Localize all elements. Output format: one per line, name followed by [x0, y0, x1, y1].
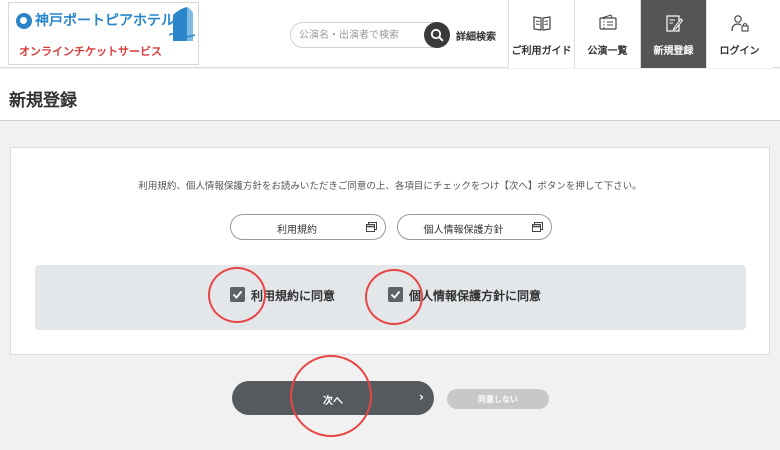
search-button[interactable]: [424, 22, 450, 48]
terms-button-label: 利用規約: [277, 225, 317, 236]
decline-button[interactable]: 同意しない: [447, 389, 549, 409]
user-lock-icon: [731, 15, 749, 32]
site-logo[interactable]: 神戸ポートピアホテル オンラインチケットサービス: [8, 2, 199, 65]
checkmark-icon: [232, 290, 243, 299]
search-input[interactable]: [299, 26, 424, 44]
instruction-text: 利用規約、個人情報保護方針をお読みいただきご同意の上、各項目にチェックをつけ【次…: [138, 181, 642, 192]
nav-label: ログイン: [719, 46, 760, 57]
advanced-search-link[interactable]: 詳細検索: [456, 28, 496, 43]
agree-terms-checkbox[interactable]: [230, 287, 245, 302]
nav-item-performances[interactable]: 公演一覧: [574, 0, 640, 68]
privacy-policy-button[interactable]: 個人情報保護方針: [397, 214, 552, 240]
nav-item-login[interactable]: ログイン: [706, 0, 772, 68]
title-bar: 新規登録: [0, 69, 780, 121]
search-icon: [430, 28, 444, 42]
site-header: 神戸ポートピアホテル オンラインチケットサービス 詳細検索 ご利: [0, 0, 780, 68]
agreement-box: 利用規約に同意 個人情報保護方針に同意: [35, 265, 746, 330]
ticket-icon: [599, 14, 617, 30]
nav-item-guide[interactable]: ご利用ガイド: [508, 0, 574, 68]
agreement-panel: 利用規約、個人情報保護方針をお読みいただきご同意の上、各項目にチェックをつけ【次…: [10, 147, 770, 355]
building-icon: [169, 7, 195, 41]
logo-mark-icon: [16, 13, 32, 29]
book-icon: [533, 16, 551, 31]
next-button[interactable]: 次へ ›: [232, 381, 434, 415]
logo-subtitle: オンラインチケットサービス: [19, 45, 162, 58]
nav-item-register[interactable]: 新規登録: [640, 0, 706, 68]
open-window-icon: [532, 222, 543, 232]
agree-privacy-checkbox[interactable]: [388, 287, 403, 302]
chevron-right-icon: ›: [419, 390, 424, 404]
page-title: 新規登録: [9, 91, 77, 111]
next-button-label: 次へ: [323, 396, 343, 407]
edit-icon: [666, 15, 683, 32]
privacy-button-label: 個人情報保護方針: [423, 225, 504, 236]
logo-name: 神戸ポートピアホテル: [35, 13, 175, 29]
main-nav: ご利用ガイド 公演一覧 新規登録 ログイン: [508, 0, 772, 68]
terms-button[interactable]: 利用規約: [230, 214, 386, 240]
nav-label: 公演一覧: [587, 46, 628, 57]
checkmark-icon: [390, 290, 401, 299]
agree-privacy-label[interactable]: 個人情報保護方針に同意: [409, 287, 541, 304]
search-box: [290, 22, 450, 48]
agree-terms-label[interactable]: 利用規約に同意: [251, 287, 335, 304]
open-window-icon: [366, 222, 377, 232]
nav-label: 新規登録: [653, 46, 694, 57]
nav-label: ご利用ガイド: [511, 46, 572, 57]
